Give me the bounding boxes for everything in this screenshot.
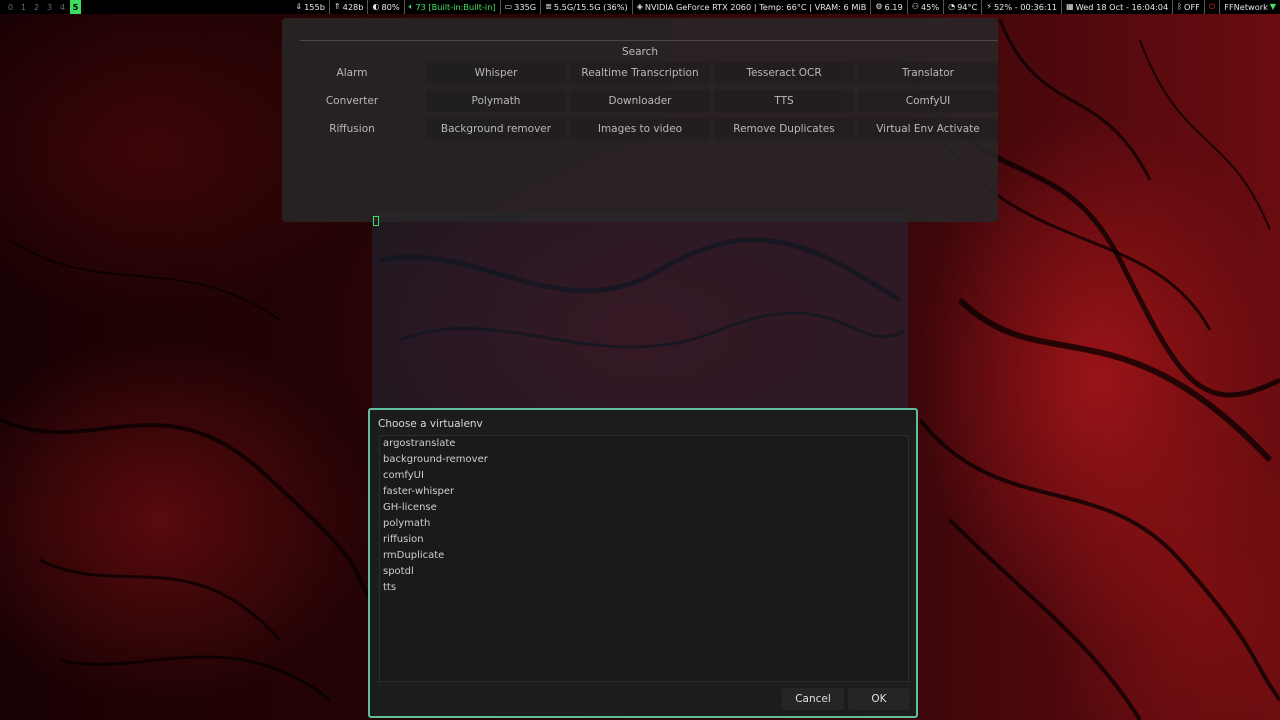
brightness-icon: ◐	[372, 2, 380, 11]
download-icon: ⇓	[295, 2, 303, 11]
list-item[interactable]: faster-whisper	[380, 484, 908, 500]
brightness-value: 80%	[381, 2, 400, 12]
launcher-item-comfyui[interactable]: ComfyUI	[858, 90, 998, 112]
list-item[interactable]: GH-license	[380, 500, 908, 516]
power-icon[interactable]: ⏻	[1209, 0, 1215, 14]
net-down-module: ⇓ 155b	[291, 0, 329, 14]
thermometer-icon: ◔	[948, 2, 956, 11]
memory-module: ≣ 5.5G/15.5G (36%)	[540, 0, 632, 14]
bluetooth-value: OFF	[1184, 2, 1200, 12]
net-down-value: 155b	[304, 2, 325, 12]
volume-module[interactable]: 🔈︎ 73 [Built-in:Built-in]	[403, 0, 500, 14]
launcher-item-background-remover[interactable]: Background remover	[426, 118, 566, 140]
cpu-load-icon: ⚙	[875, 2, 883, 11]
launcher-search-title[interactable]: Search	[282, 40, 998, 58]
cancel-button[interactable]: Cancel	[782, 688, 844, 710]
network-name: FFNetwork	[1224, 2, 1268, 12]
temperature-value: 94°C	[957, 2, 978, 12]
load-value: 6.19	[884, 2, 903, 12]
upload-icon: ⇑	[333, 2, 341, 11]
list-item[interactable]: polymath	[380, 516, 908, 532]
launcher-item-alarm[interactable]: Alarm	[282, 62, 422, 84]
battery-value: 52% - 00:36:11	[993, 2, 1058, 12]
gpu-module: ◈ NVIDIA GeForce RTX 2060 | Temp: 66°C | …	[631, 0, 871, 14]
virtualenv-dialog: Choose a virtualenv argostranslate backg…	[368, 408, 918, 718]
dialog-title: Choose a virtualenv	[378, 418, 483, 430]
cpu-icon: ⚇	[911, 2, 919, 11]
terminal-window[interactable]	[372, 212, 908, 412]
wifi-icon: ▼	[1269, 2, 1276, 11]
disk-value: 335G	[514, 2, 537, 12]
gpu-icon: ◈	[636, 2, 643, 11]
disk-icon: ▭	[504, 2, 513, 11]
bluetooth-module[interactable]: ᛒ OFF	[1172, 0, 1204, 14]
launcher-item-downloader[interactable]: Downloader	[570, 90, 710, 112]
launcher-item-polymath[interactable]: Polymath	[426, 90, 566, 112]
terminal-cursor	[373, 216, 379, 226]
list-item[interactable]: rmDuplicate	[380, 548, 908, 564]
net-up-module: ⇑ 428b	[328, 0, 368, 14]
workspace-0[interactable]: 0	[4, 0, 17, 14]
list-item[interactable]: riffusion	[380, 532, 908, 548]
workspace-2[interactable]: 2	[30, 0, 43, 14]
list-item[interactable]: comfyUI	[380, 468, 908, 484]
launcher-item-remove-duplicates[interactable]: Remove Duplicates	[714, 118, 854, 140]
memory-value: 5.5G/15.5G (36%)	[553, 2, 628, 12]
battery-module: ⚡ 52% - 00:36:11	[981, 0, 1061, 14]
list-item[interactable]: spotdl	[380, 564, 908, 580]
workspace-1[interactable]: 1	[17, 0, 30, 14]
gpu-value: NVIDIA GeForce RTX 2060 | Temp: 66°C | V…	[644, 2, 867, 12]
top-status-bar: 0 1 2 3 4 5 ⇓ 155b ⇑ 428b ◐ 80% 🔈︎ 73 [Built…	[0, 0, 1280, 14]
virtualenv-list[interactable]: argostranslate background-remover comfyU…	[379, 435, 909, 682]
speaker-icon: 🔈︎	[408, 2, 414, 11]
launcher-item-images-to-video[interactable]: Images to video	[570, 118, 710, 140]
clock-value: Wed 18 Oct - 16:04:04	[1075, 2, 1169, 12]
launcher-item-converter[interactable]: Converter	[282, 90, 422, 112]
launcher-item-translator[interactable]: Translator	[858, 62, 998, 84]
launcher-grid: Alarm Whisper Realtime Transcription Tes…	[282, 62, 998, 140]
net-up-value: 428b	[342, 2, 364, 12]
launcher-item-realtime-transcription[interactable]: Realtime Transcription	[570, 62, 710, 84]
launcher-menu: Search Alarm Whisper Realtime Transcript…	[282, 18, 998, 222]
memory-icon: ≣	[545, 2, 552, 11]
power-module[interactable]: ⏻	[1203, 0, 1219, 14]
battery-charging-icon: ⚡	[986, 2, 992, 11]
calendar-icon: ▦	[1066, 2, 1074, 11]
brightness-module[interactable]: ◐ 80%	[367, 0, 403, 14]
temperature-module: ◔ 94°C	[943, 0, 981, 14]
disk-module: ▭ 335G	[499, 0, 541, 14]
cpu-value: 45%	[920, 2, 940, 12]
list-item[interactable]: tts	[380, 580, 908, 596]
launcher-item-tesseract-ocr[interactable]: Tesseract OCR	[714, 62, 854, 84]
clock-module[interactable]: ▦ Wed 18 Oct - 16:04:04	[1061, 0, 1172, 14]
workspace-switcher: 0 1 2 3 4 5	[4, 0, 81, 14]
list-item[interactable]: background-remover	[380, 452, 908, 468]
launcher-item-tts[interactable]: TTS	[714, 90, 854, 112]
workspace-4[interactable]: 4	[56, 0, 69, 14]
launcher-item-whisper[interactable]: Whisper	[426, 62, 566, 84]
launcher-item-riffusion[interactable]: Riffusion	[282, 118, 422, 140]
cpu-module: ⚇ 45%	[906, 0, 943, 14]
network-module[interactable]: FFNetwork ▼	[1219, 0, 1280, 14]
workspace-3[interactable]: 3	[43, 0, 56, 14]
launcher-item-virtual-env-activate[interactable]: Virtual Env Activate	[858, 118, 998, 140]
load-module: ⚙ 6.19	[870, 0, 906, 14]
list-item[interactable]: argostranslate	[380, 436, 908, 452]
volume-value: 73 [Built-in:Built-in]	[415, 2, 496, 12]
bluetooth-icon: ᛒ	[1177, 2, 1183, 11]
ok-button[interactable]: OK	[848, 688, 910, 710]
workspace-5-active[interactable]: 5	[70, 0, 81, 14]
